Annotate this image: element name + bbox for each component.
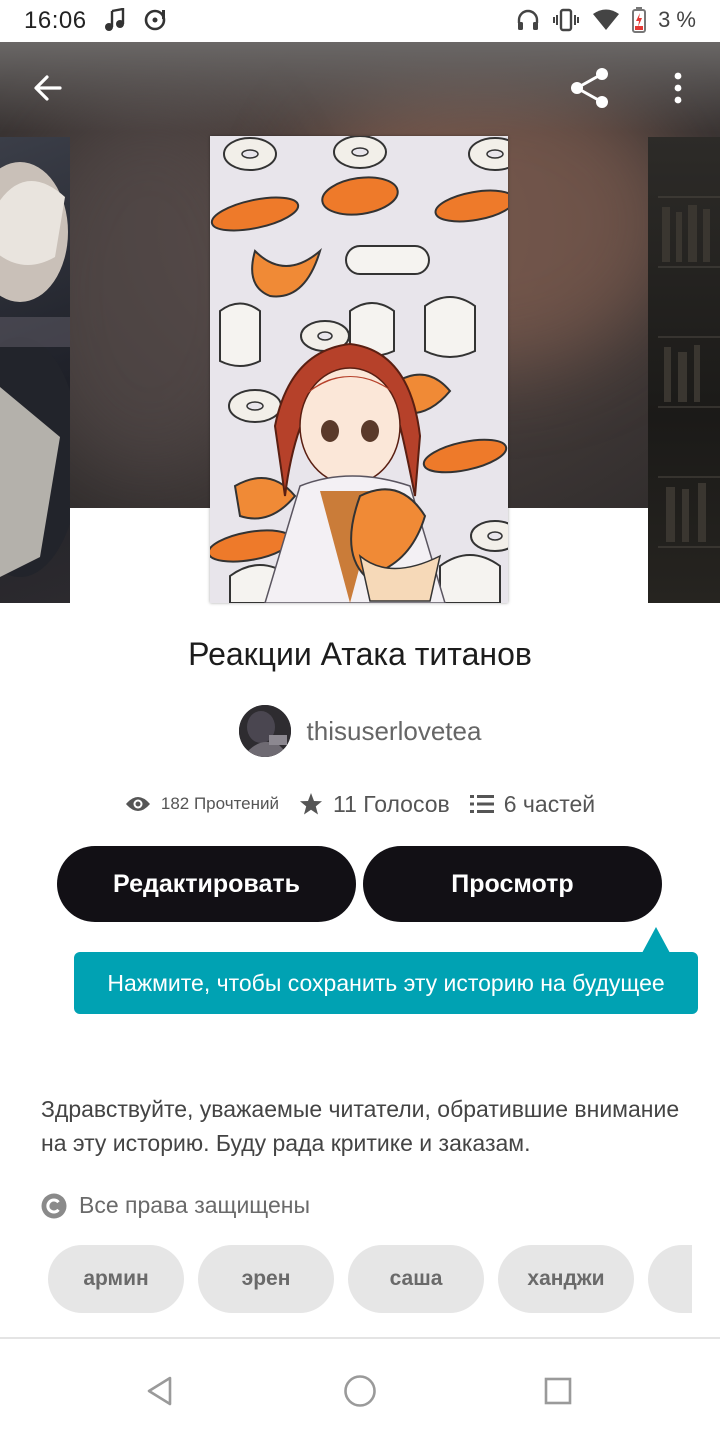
tooltip-arrow — [642, 927, 670, 953]
view-button[interactable]: Просмотр — [363, 846, 662, 922]
stats-row: 182 Прочтений 11 Голосов 6 частей — [0, 784, 720, 824]
tag-sasha[interactable]: саша — [348, 1245, 484, 1313]
story-description: Здравствуйте, уважаемые читатели, обрати… — [41, 1096, 680, 1156]
battery-low-icon — [632, 7, 647, 33]
votes-stat: 11 Голосов — [299, 791, 450, 818]
avatar[interactable] — [238, 705, 291, 757]
action-buttons: Редактировать Просмотр — [57, 846, 663, 922]
story-title: Реакции Атака титанов — [188, 636, 532, 672]
nav-back-icon — [147, 1376, 172, 1406]
vibrate-icon — [552, 8, 580, 32]
share-icon — [571, 68, 608, 108]
status-time: 16:06 — [24, 7, 87, 34]
reads-count: 182 Прочтений — [160, 794, 280, 813]
more-vertical-icon — [674, 72, 682, 104]
music-note-icon — [104, 7, 126, 39]
nav-home-button[interactable] — [332, 1363, 388, 1419]
reads-stat: 182 Прочтений — [125, 794, 279, 814]
more-options-button[interactable] — [650, 60, 706, 116]
next-cover-art — [658, 196, 720, 548]
parts-count: 6 частей — [503, 790, 596, 817]
tooltip-text: Нажмите, чтобы сохранить эту историю на … — [107, 969, 665, 996]
next-story-cover[interactable] — [648, 137, 720, 603]
arrow-left-icon — [34, 75, 62, 101]
copyright-text: Все права защищены — [79, 1192, 310, 1218]
system-nav-bar — [0, 1339, 720, 1440]
cover-illustration — [210, 136, 508, 603]
headphones-icon — [516, 8, 540, 32]
list-icon — [469, 795, 494, 813]
copyright-icon — [41, 1193, 67, 1218]
eye-icon — [125, 797, 150, 811]
save-story-tooltip[interactable]: Нажмите, чтобы сохранить эту историю на … — [74, 952, 698, 1014]
status-right-icons: 3 % — [516, 7, 696, 33]
battery-percent: 3 % — [658, 7, 696, 32]
wifi-icon — [592, 9, 620, 31]
tags-row[interactable]: армин эрен саша ханджи м — [48, 1245, 692, 1313]
parts-stat: 6 частей — [469, 790, 596, 818]
tag-hanji[interactable]: ханджи — [498, 1245, 634, 1313]
nav-recents-icon — [544, 1377, 572, 1405]
back-button[interactable] — [20, 60, 76, 116]
prev-story-cover[interactable] — [0, 137, 70, 603]
share-button[interactable] — [562, 60, 618, 116]
status-left-icons — [104, 7, 168, 39]
tag-armin[interactable]: армин — [48, 1245, 184, 1313]
prev-cover-art — [0, 162, 70, 577]
status-bar: 16:06 3 % — [0, 0, 720, 42]
author-name[interactable]: thisuserlovetea — [307, 716, 482, 747]
edit-button[interactable]: Редактировать — [57, 846, 356, 922]
tag-eren[interactable]: эрен — [198, 1245, 334, 1313]
author-row[interactable]: thisuserlovetea — [0, 704, 720, 758]
nav-back-button[interactable] — [132, 1363, 188, 1419]
tag-more[interactable]: м — [648, 1245, 692, 1313]
star-icon — [300, 793, 323, 815]
story-cover-image[interactable] — [210, 136, 508, 603]
votes-count: 11 Голосов — [333, 790, 450, 817]
nav-recents-button[interactable] — [530, 1363, 586, 1419]
disc-icon — [144, 8, 168, 39]
nav-home-icon — [344, 1375, 376, 1407]
copyright-row: Все права защищены — [41, 1192, 310, 1219]
